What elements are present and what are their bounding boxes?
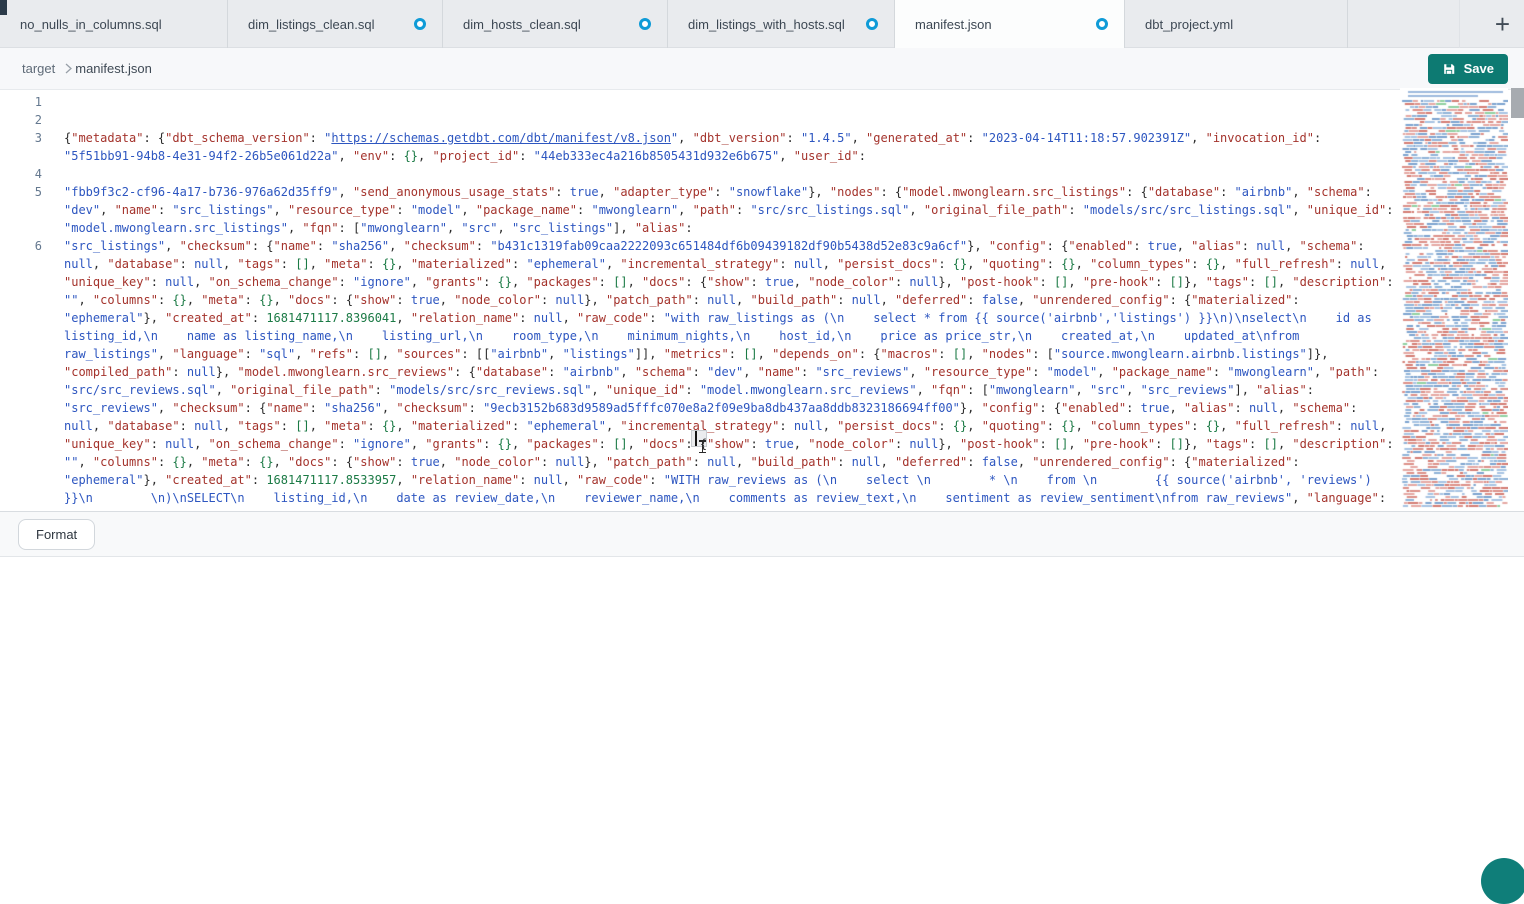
breadcrumb-folder[interactable]: target (22, 61, 55, 76)
window-edge-notch (0, 0, 7, 15)
breadcrumb-file: manifest.json (75, 61, 152, 76)
code-text (64, 111, 1396, 129)
unsaved-changes-dot-icon (1096, 18, 1108, 30)
code-text: "fbb9f3c2-cf96-4a17-b736-976a62d35ff9", … (64, 183, 1396, 237)
tab-manifest-json[interactable]: manifest.json (895, 0, 1125, 48)
line-number: 3 (0, 129, 42, 147)
tab-label: no_nulls_in_columns.sql (20, 17, 162, 32)
code-text: "src_listings", "checksum": {"name": "sh… (64, 237, 1396, 510)
editor-action-bar: Format (0, 511, 1524, 557)
unsaved-changes-dot-icon (639, 18, 651, 30)
tab-dim-listings-with-hosts-sql[interactable]: dim_listings_with_hosts.sql (668, 0, 895, 48)
tab-label: manifest.json (915, 17, 992, 32)
tab-label: dim_listings_clean.sql (248, 17, 374, 32)
mouse-ibeam-pointer (699, 440, 706, 453)
code-text (64, 93, 1396, 111)
format-button[interactable]: Format (18, 519, 95, 550)
code-line: 5 "fbb9f3c2-cf96-4a17-b736-976a62d35ff9",… (0, 183, 1400, 237)
save-button-label: Save (1464, 61, 1494, 76)
tab-list: no_nulls_in_columns.sql dim_listings_clea… (0, 0, 1524, 48)
line-number: 4 (0, 165, 42, 183)
tab-label: dim_hosts_clean.sql (463, 17, 581, 32)
code-line: 2 (0, 111, 1400, 129)
line-number: 5 (0, 183, 42, 201)
minimap[interactable] (1400, 88, 1508, 510)
tab-bar-divider (1459, 0, 1460, 48)
line-number: 1 (0, 93, 42, 111)
line-number: 2 (0, 111, 42, 129)
new-tab-button[interactable]: + (1487, 7, 1518, 41)
tab-no-nulls-in-columns-sql[interactable]: no_nulls_in_columns.sql (0, 0, 228, 48)
unsaved-changes-dot-icon (414, 18, 426, 30)
unsaved-changes-dot-icon (866, 18, 878, 30)
code-line: 4 (0, 165, 1400, 183)
code-text (64, 165, 1396, 183)
line-number: 6 (0, 237, 42, 255)
text-cursor (695, 431, 697, 446)
code-line: 1 (0, 93, 1400, 111)
vertical-scrollbar[interactable] (1511, 88, 1524, 510)
tab-label: dbt_project.yml (1145, 17, 1233, 32)
save-button[interactable]: Save (1428, 54, 1508, 84)
chevron-right-icon (65, 63, 72, 74)
code-text: {"metadata": {"dbt_schema_version": "htt… (64, 129, 1396, 165)
tab-dim-listings-clean-sql[interactable]: dim_listings_clean.sql (228, 0, 443, 48)
floppy-disk-icon (1442, 62, 1456, 76)
scrollbar-thumb[interactable] (1511, 88, 1524, 118)
file-toolbar: target manifest.json Save (0, 48, 1524, 90)
tab-dim-hosts-clean-sql[interactable]: dim_hosts_clean.sql (443, 0, 668, 48)
code-line: 6 "src_listings", "checksum": {"name": "s… (0, 237, 1400, 510)
help-chat-bubble[interactable] (1481, 858, 1524, 904)
tab-dbt-project-yml[interactable]: dbt_project.yml (1125, 0, 1348, 48)
tab-label: dim_listings_with_hosts.sql (688, 17, 845, 32)
results-panel (0, 557, 1524, 875)
tab-bar: no_nulls_in_columns.sql dim_listings_clea… (0, 0, 1524, 48)
code-line: 3 {"metadata": {"dbt_schema_version": "ht… (0, 129, 1400, 165)
